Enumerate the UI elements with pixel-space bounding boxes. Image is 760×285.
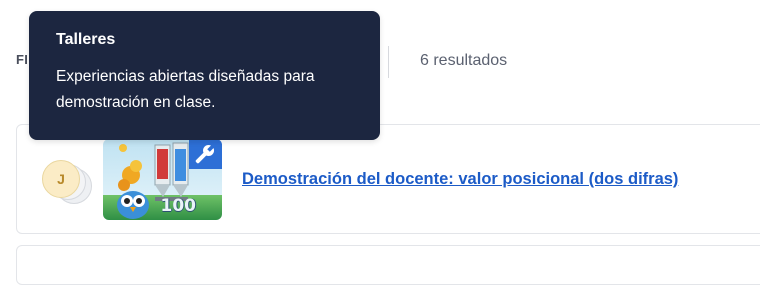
thumbnail-score: 100 [160,196,197,216]
tooltip: Talleres Experiencias abiertas diseñadas… [29,11,380,140]
activity-thumbnail[interactable]: 100 [103,139,222,220]
activity-title-link[interactable]: Demostración del docente: valor posicion… [242,170,678,189]
activity-card-next[interactable] [16,245,760,285]
tooltip-body: Experiencias abiertas diseñadas para dem… [56,68,315,111]
results-count: 6 resultados [420,52,508,69]
toolbar-divider [388,46,389,78]
filter-label: FI [16,52,29,67]
avatar-stack: J [42,160,94,208]
tooltip-title: Talleres [56,31,116,48]
avatar: J [42,160,80,198]
